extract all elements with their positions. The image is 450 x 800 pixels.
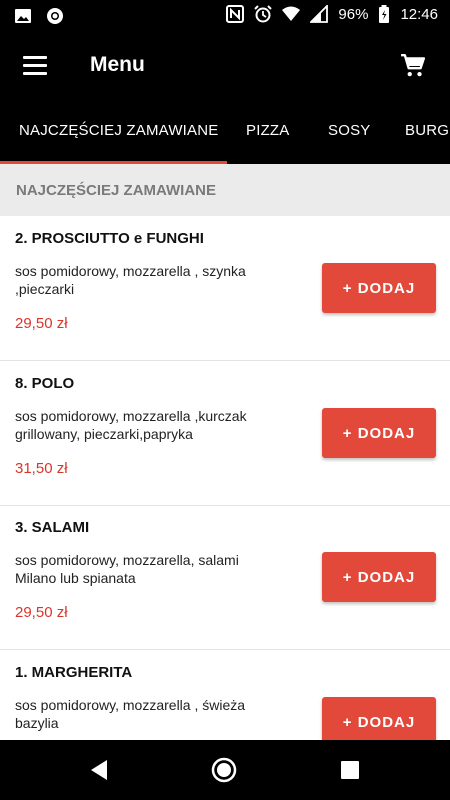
- list-item: 3. SALAMI sos pomidorowy, mozzarella, sa…: [0, 505, 450, 650]
- recents-icon[interactable]: [337, 757, 363, 783]
- alarm-icon: [254, 5, 273, 23]
- menu-list: 2. PROSCIUTTO e FUNGHI sos pomidorowy, m…: [0, 216, 450, 740]
- item-name: 1. MARGHERITA: [15, 664, 133, 681]
- add-button[interactable]: + DODAJ: [322, 263, 436, 313]
- signal-icon: [310, 5, 329, 23]
- item-name: 3. SALAMI: [15, 519, 90, 536]
- battery-icon: [379, 5, 390, 23]
- item-price: 29,50 zł: [15, 315, 68, 332]
- tab-sauces[interactable]: SOSY: [328, 122, 370, 139]
- list-item: 8. POLO sos pomidorowy, mozzarella ,kurc…: [0, 361, 450, 506]
- page-title: Menu: [90, 53, 145, 76]
- nfc-icon: [226, 5, 245, 23]
- hamburger-icon[interactable]: [23, 56, 47, 76]
- section-header: NAJCZĘŚCIEJ ZAMAWIANE: [0, 164, 450, 216]
- image-icon: [15, 9, 31, 23]
- item-description: sos pomidorowy, mozzarella ,kurczak gril…: [15, 408, 247, 442]
- tab-most-ordered[interactable]: NAJCZĘŚCIEJ ZAMAWIANE: [19, 122, 219, 139]
- app-bar: Menu: [0, 31, 450, 102]
- system-nav-bar: [0, 740, 450, 800]
- status-bar: 96% 12:46: [0, 0, 450, 31]
- home-icon[interactable]: [211, 757, 237, 783]
- add-button[interactable]: + DODAJ: [322, 552, 436, 602]
- item-name: 2. PROSCIUTTO e FUNGHI: [15, 230, 204, 247]
- item-description: sos pomidorowy, mozzarella, salami Milan…: [15, 552, 239, 586]
- circle-icon: [47, 8, 63, 24]
- wifi-icon: [282, 6, 301, 21]
- add-button[interactable]: + DODAJ: [322, 697, 436, 740]
- item-price: 29,50 zł: [15, 604, 68, 621]
- item-description: sos pomidorowy, mozzarella , szynka ,pie…: [15, 263, 246, 297]
- category-tabs: NAJCZĘŚCIEJ ZAMAWIANE PIZZA SOSY BURGE: [0, 102, 450, 164]
- cart-icon[interactable]: [400, 53, 426, 79]
- list-item: 1. MARGHERITA sos pomidorowy, mozzarella…: [0, 650, 450, 740]
- battery-percent: 96%: [338, 5, 369, 23]
- add-button[interactable]: + DODAJ: [322, 408, 436, 458]
- clock: 12:46: [400, 5, 438, 23]
- tab-pizza[interactable]: PIZZA: [246, 122, 290, 139]
- back-icon[interactable]: [87, 757, 113, 783]
- item-description: sos pomidorowy, mozzarella , świeża bazy…: [15, 697, 246, 731]
- item-name: 8. POLO: [15, 375, 75, 392]
- item-price: 31,50 zł: [15, 460, 68, 477]
- tab-burgers[interactable]: BURGE: [405, 122, 450, 139]
- list-item: 2. PROSCIUTTO e FUNGHI sos pomidorowy, m…: [0, 216, 450, 361]
